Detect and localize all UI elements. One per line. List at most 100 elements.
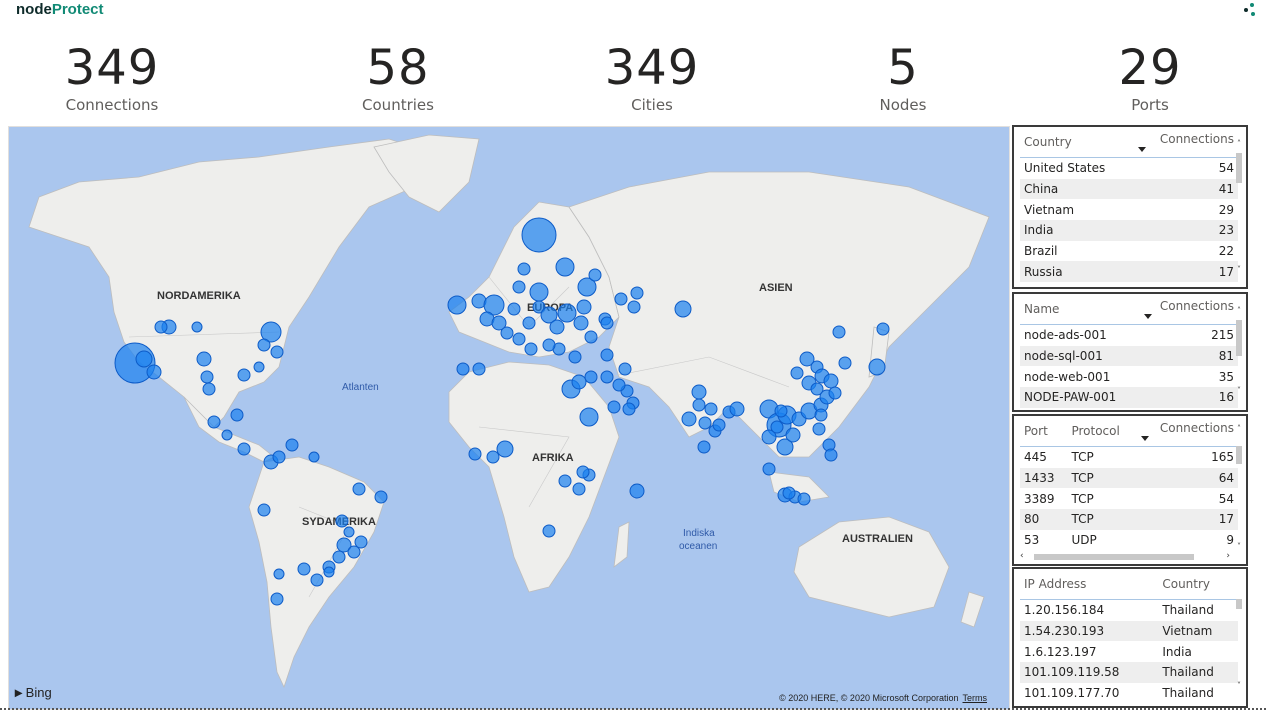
table-row[interactable]: 1.20.156.184 Thailand [1020,600,1238,621]
connection-bubble[interactable] [517,262,531,276]
connection-bubble[interactable] [512,280,526,294]
connection-bubble[interactable] [868,358,886,376]
kpi-ports[interactable]: 29 Ports [1050,40,1250,114]
connection-bubble[interactable] [600,348,614,362]
connection-bubble[interactable] [200,370,214,384]
col-header-name[interactable]: Name [1020,294,1140,325]
connection-bubble[interactable] [674,300,692,318]
connection-bubble[interactable] [253,361,265,373]
connection-bubble[interactable] [323,566,335,578]
connection-bubble[interactable] [529,282,549,302]
vertical-scrollbar[interactable]: ˄ ˅ [1234,306,1244,402]
table-row[interactable]: Brazil 22 [1020,241,1238,262]
connection-bubble[interactable] [146,364,162,380]
connection-bubble[interactable] [500,326,514,340]
connection-bubble[interactable] [812,422,826,436]
connection-bubble[interactable] [472,362,486,376]
table-row[interactable]: Russia 17 [1020,261,1238,283]
table-row[interactable]: node-ads-001 215 [1020,325,1238,346]
connection-bubble[interactable] [191,321,203,333]
table-row[interactable]: 1.54.230.193 Vietnam [1020,620,1238,642]
share-nodes-icon[interactable] [1242,2,1256,16]
connection-bubble[interactable] [308,451,320,463]
connection-bubble[interactable] [468,447,482,461]
ip-address-table[interactable]: IP Address Country 1.20.156.184 Thailand … [1012,567,1248,708]
scroll-up-icon[interactable]: ˄ [1234,424,1244,434]
connection-bubble[interactable] [221,429,233,441]
col-header-connections[interactable]: Connections [1133,127,1238,158]
connection-bubble[interactable] [196,351,212,367]
connection-bubble[interactable] [524,342,538,356]
connection-bubble[interactable] [600,370,614,384]
scroll-right-icon[interactable]: › [1226,551,1230,561]
country-connections-table[interactable]: Country Connections United States 54 Chin… [1012,125,1248,289]
connection-bubble[interactable] [697,440,711,454]
table-row[interactable]: node-web-001 35 [1020,366,1238,387]
connection-bubble[interactable] [310,573,324,587]
connection-bubble[interactable] [797,492,811,506]
connection-bubble[interactable] [558,474,572,488]
connection-bubble[interactable] [297,562,311,576]
connection-bubble[interactable] [332,550,346,564]
connection-bubble[interactable] [698,416,712,430]
connection-bubble[interactable] [522,316,536,330]
connection-bubble[interactable] [447,295,467,315]
connection-bubble[interactable] [838,356,852,370]
col-header-port[interactable]: Port [1020,416,1068,447]
connection-bubble[interactable] [622,402,636,416]
connection-bubble[interactable] [832,325,846,339]
connection-bubble[interactable] [555,257,575,277]
kpi-cities[interactable]: 349 Cities [552,40,752,114]
connection-bubble[interactable] [521,217,557,253]
connection-bubble[interactable] [681,411,697,427]
connection-bubble[interactable] [584,370,598,384]
connection-bubble[interactable] [571,374,587,390]
table-row[interactable]: China 41 [1020,178,1238,200]
connection-bubble[interactable] [614,292,628,306]
connection-bubble[interactable] [630,286,644,300]
connection-bubble[interactable] [542,338,556,352]
connection-bubble[interactable] [810,382,824,396]
connection-bubble[interactable] [612,378,626,392]
scroll-down-icon[interactable]: ˅ [1234,265,1244,275]
scroll-up-icon[interactable]: ˄ [1234,306,1244,316]
connection-bubble[interactable] [352,482,366,496]
scroll-thumb[interactable] [1236,320,1242,356]
connection-bubble[interactable] [790,366,804,380]
col-header-connections[interactable]: Connections [1136,416,1238,447]
connection-bubble[interactable] [573,315,589,331]
connection-bubble[interactable] [576,299,592,315]
connection-bubble[interactable] [285,438,299,452]
scroll-down-icon[interactable]: ˅ [1234,542,1244,552]
connection-bubble[interactable] [824,448,838,462]
connection-bubble[interactable] [542,524,556,538]
terms-link[interactable]: Terms [963,693,988,703]
scroll-left-icon[interactable]: ‹ [1020,551,1024,561]
connection-bubble[interactable] [257,338,271,352]
connection-bubble[interactable] [237,368,251,382]
connection-bubble[interactable] [270,345,284,359]
connection-bubble[interactable] [237,442,251,456]
connection-bubble[interactable] [354,535,368,549]
connection-bubble[interactable] [507,302,521,316]
connection-bubble[interactable] [876,322,890,336]
col-header-country[interactable]: Country [1020,127,1134,158]
connection-bubble[interactable] [704,402,718,416]
table-row[interactable]: Vietnam 29 [1020,199,1238,220]
vertical-scrollbar[interactable]: ˄ ˅ [1234,424,1244,552]
table-row[interactable]: NODE-PAW-001 16 [1020,387,1238,408]
table-row[interactable]: United States 54 [1020,158,1238,179]
connection-bubble[interactable] [607,400,621,414]
connections-map[interactable]: NORDAMERIKA SYDAMERIKA EUROPA ASIEN AFRI… [8,126,1010,710]
table-row[interactable]: 1433 TCP 64 [1020,467,1238,489]
connection-bubble[interactable] [823,373,839,389]
connection-bubble[interactable] [785,427,801,443]
connection-bubble[interactable] [456,362,470,376]
connection-bubble[interactable] [600,316,614,330]
connection-bubble[interactable] [335,514,349,528]
connection-bubble[interactable] [135,350,153,368]
port-connections-table[interactable]: Port Protocol Connections 445 TCP 165 1433… [1012,414,1248,566]
scroll-down-icon[interactable]: ˅ [1234,681,1244,691]
table-row[interactable]: 80 TCP 17 [1020,509,1238,530]
connection-bubble[interactable] [496,440,514,458]
